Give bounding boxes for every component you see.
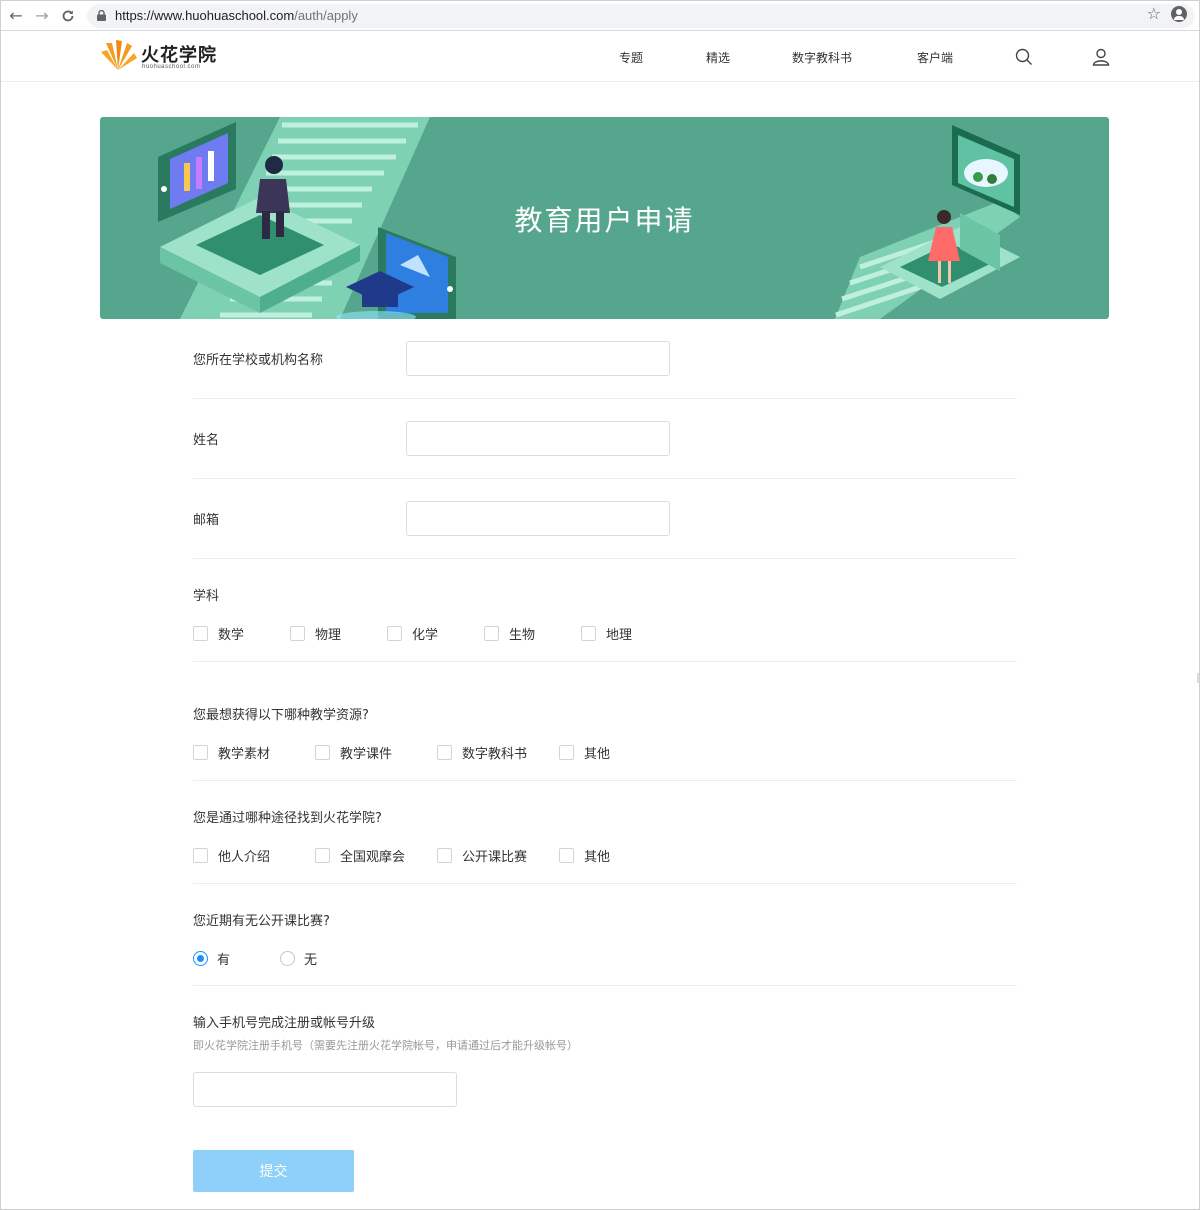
checkbox[interactable] bbox=[193, 848, 208, 863]
resources-row: 您最想获得以下哪种教学资源? 教学素材 教学课件 数字教科书 其他 bbox=[193, 662, 1017, 781]
lock-icon bbox=[97, 10, 106, 21]
contest-row: 您近期有无公开课比赛? 有 无 bbox=[193, 884, 1017, 986]
checkbox[interactable] bbox=[437, 745, 452, 760]
hero-banner: 教育用户申请 bbox=[100, 117, 1109, 319]
option-label: 其他 bbox=[584, 850, 611, 865]
option-label: 他人介绍 bbox=[218, 850, 271, 865]
subject-option-physics[interactable]: 物理 bbox=[290, 624, 387, 643]
source-options: 他人介绍 全国观摩会 公开课比赛 其他 bbox=[193, 846, 1017, 865]
resource-option-material[interactable]: 教学素材 bbox=[193, 743, 315, 762]
option-label: 教学课件 bbox=[340, 747, 393, 762]
contest-option-yes[interactable]: 有 bbox=[193, 949, 280, 968]
bookmark-star-icon[interactable]: ☆ bbox=[1147, 4, 1161, 23]
back-icon[interactable]: ← bbox=[7, 7, 25, 25]
option-label: 化学 bbox=[412, 628, 439, 643]
option-label: 地理 bbox=[606, 628, 633, 643]
profile-icon[interactable] bbox=[1171, 6, 1187, 22]
school-label: 您所在学校或机构名称 bbox=[193, 353, 324, 368]
email-label: 邮箱 bbox=[193, 513, 220, 528]
subject-label: 学科 bbox=[193, 589, 220, 604]
site-header: 火花学院 huohuaschool.com 专题 精选 数字教科书 客户端 bbox=[1, 32, 1199, 82]
source-row: 您是通过哪种途径找到火花学院? 他人介绍 全国观摩会 公开课比赛 其他 bbox=[193, 781, 1017, 884]
school-input[interactable] bbox=[406, 341, 670, 376]
radio-selected[interactable] bbox=[193, 951, 208, 966]
option-label: 数字教科书 bbox=[462, 747, 528, 762]
option-label: 全国观摩会 bbox=[340, 850, 406, 865]
subject-option-geography[interactable]: 地理 bbox=[581, 624, 678, 643]
name-input[interactable] bbox=[406, 421, 670, 456]
checkbox[interactable] bbox=[315, 745, 330, 760]
checkbox[interactable] bbox=[290, 626, 305, 641]
checkbox[interactable] bbox=[193, 745, 208, 760]
scroll-edge bbox=[1197, 673, 1199, 683]
subject-row: 学科 数学 物理 化学 生物 地理 bbox=[193, 559, 1017, 662]
option-label: 有 bbox=[217, 953, 231, 968]
contest-label: 您近期有无公开课比赛? bbox=[193, 914, 330, 929]
checkbox[interactable] bbox=[484, 626, 499, 641]
apply-form: 您所在学校或机构名称 姓名 邮箱 学科 数学 物理 化学 生物 地理 您最想获得… bbox=[193, 319, 1017, 1107]
subject-options: 数学 物理 化学 生物 地理 bbox=[193, 624, 1017, 643]
nav-topics[interactable]: 专题 bbox=[619, 49, 643, 66]
option-label: 公开课比赛 bbox=[462, 850, 528, 865]
search-icon[interactable] bbox=[1014, 47, 1034, 67]
school-row: 您所在学校或机构名称 bbox=[193, 319, 1017, 399]
option-label: 其他 bbox=[584, 747, 611, 762]
flame-logo-icon bbox=[101, 40, 137, 70]
email-input[interactable] bbox=[406, 501, 670, 536]
resource-option-other[interactable]: 其他 bbox=[559, 743, 681, 762]
subject-option-chemistry[interactable]: 化学 bbox=[387, 624, 484, 643]
phone-hint: 即火花学院注册手机号（需要先注册火花学院帐号，申请通过后才能升级帐号） bbox=[193, 1039, 578, 1052]
radio[interactable] bbox=[280, 951, 295, 966]
reload-icon[interactable] bbox=[59, 7, 77, 25]
checkbox[interactable] bbox=[581, 626, 596, 641]
url-text: https://www.huohuaschool.com/auth/apply bbox=[115, 8, 358, 23]
subject-option-biology[interactable]: 生物 bbox=[484, 624, 581, 643]
url-path: /auth/apply bbox=[294, 8, 358, 23]
option-label: 生物 bbox=[509, 628, 536, 643]
browser-toolbar: ← → https://www.huohuaschool.com/auth/ap… bbox=[1, 1, 1199, 31]
banner-title: 教育用户申请 bbox=[514, 204, 695, 237]
checkbox[interactable] bbox=[315, 848, 330, 863]
option-label: 教学素材 bbox=[218, 747, 271, 762]
resource-option-courseware[interactable]: 教学课件 bbox=[315, 743, 437, 762]
contest-options: 有 无 bbox=[193, 949, 1017, 968]
nav-client[interactable]: 客户端 bbox=[917, 49, 953, 66]
source-option-referral[interactable]: 他人介绍 bbox=[193, 846, 315, 865]
source-label: 您是通过哪种途径找到火花学院? bbox=[193, 811, 382, 826]
checkbox[interactable] bbox=[559, 745, 574, 760]
logo-subtitle: huohuaschool.com bbox=[142, 64, 201, 70]
resources-label: 您最想获得以下哪种教学资源? bbox=[193, 708, 369, 723]
name-row: 姓名 bbox=[193, 399, 1017, 479]
nav-featured[interactable]: 精选 bbox=[706, 49, 730, 66]
source-option-observation[interactable]: 全国观摩会 bbox=[315, 846, 437, 865]
checkbox[interactable] bbox=[559, 848, 574, 863]
subject-option-math[interactable]: 数学 bbox=[193, 624, 290, 643]
forward-icon[interactable]: → bbox=[33, 7, 51, 25]
submit-button[interactable]: 提交 bbox=[193, 1150, 354, 1192]
resource-option-digital-textbook[interactable]: 数字教科书 bbox=[437, 743, 559, 762]
checkbox[interactable] bbox=[437, 848, 452, 863]
option-label: 物理 bbox=[315, 628, 342, 643]
phone-label: 输入手机号完成注册或帐号升级 bbox=[193, 1016, 376, 1031]
source-option-other[interactable]: 其他 bbox=[559, 846, 681, 865]
resources-options: 教学素材 教学课件 数字教科书 其他 bbox=[193, 743, 1017, 762]
nav-digital-textbook[interactable]: 数字教科书 bbox=[792, 49, 852, 66]
phone-input[interactable] bbox=[193, 1072, 457, 1107]
source-option-contest[interactable]: 公开课比赛 bbox=[437, 846, 559, 865]
name-label: 姓名 bbox=[193, 433, 220, 448]
checkbox[interactable] bbox=[193, 626, 208, 641]
checkbox[interactable] bbox=[387, 626, 402, 641]
option-label: 数学 bbox=[218, 628, 245, 643]
address-bar[interactable]: https://www.huohuaschool.com/auth/apply bbox=[87, 4, 1195, 28]
email-row: 邮箱 bbox=[193, 479, 1017, 559]
phone-section: 输入手机号完成注册或帐号升级 即火花学院注册手机号（需要先注册火花学院帐号，申请… bbox=[193, 986, 1017, 1107]
option-label: 无 bbox=[304, 953, 318, 968]
contest-option-no[interactable]: 无 bbox=[280, 949, 367, 968]
user-icon[interactable] bbox=[1091, 47, 1111, 67]
url-host: https://www.huohuaschool.com bbox=[115, 8, 295, 23]
